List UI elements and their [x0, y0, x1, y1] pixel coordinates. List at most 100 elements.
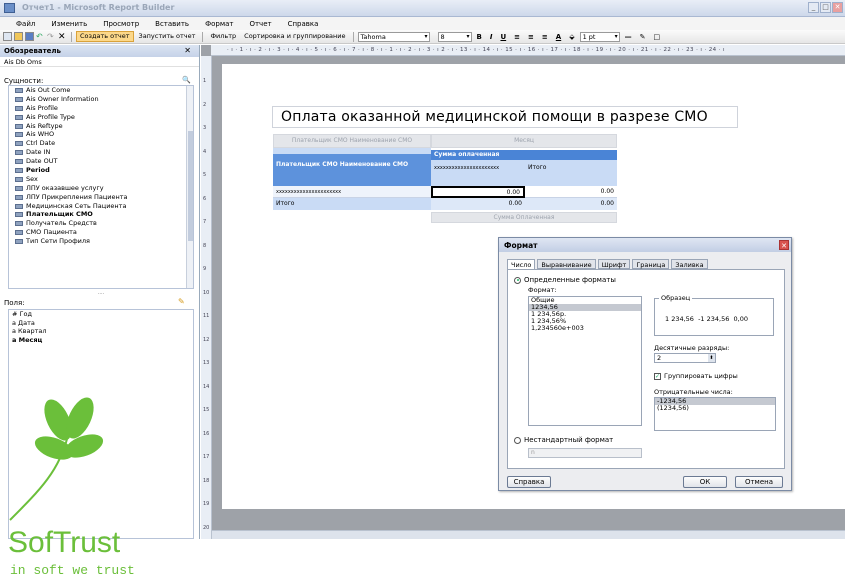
entity-item[interactable]: Ais Out Come — [9, 86, 193, 95]
grand-total-value[interactable]: 0.00 — [525, 198, 617, 210]
total-row-label[interactable]: Итого — [273, 198, 431, 210]
tab-font[interactable]: Шрифт — [597, 259, 631, 269]
data-row-label[interactable]: xxxxxxxxxxxxxxxxxxxxxx — [273, 186, 431, 198]
new-icon[interactable] — [3, 32, 12, 41]
tab-fill[interactable]: Заливка — [671, 259, 708, 269]
minimize-button[interactable]: _ — [808, 2, 819, 13]
menu-help[interactable]: Справка — [288, 20, 319, 28]
entity-item[interactable]: Date IN — [9, 148, 193, 157]
entity-item[interactable]: СМО Пациента — [9, 228, 193, 237]
align-right-icon[interactable]: ≡ — [539, 33, 551, 41]
group-digits-checkbox[interactable]: ✓ — [654, 373, 661, 380]
entity-item[interactable]: Тип Сети Профиля — [9, 237, 193, 246]
decimals-input[interactable]: 2 ⬍ — [654, 353, 716, 363]
decimals-spinner[interactable]: ⬍ — [708, 354, 715, 362]
create-report-label: Создать отчет — [80, 32, 130, 40]
menu-edit[interactable]: Изменить — [51, 20, 87, 28]
custom-format-radio[interactable] — [514, 436, 521, 444]
defined-formats-option[interactable]: Определенные форматы — [514, 276, 616, 284]
horizontal-scrollbar[interactable] — [212, 530, 845, 539]
border-icon[interactable]: □ — [650, 33, 663, 41]
month-placeholder[interactable]: xxxxxxxxxxxxxxxxxxxxxx — [431, 160, 525, 186]
entity-item[interactable]: Медицинская Сеть Пациента — [9, 202, 193, 211]
menu-report[interactable]: Отчет — [249, 20, 271, 28]
explorer-close-icon[interactable]: ✕ — [184, 46, 191, 55]
format-option[interactable]: 1,234560e+003 — [529, 325, 641, 332]
row-group-header[interactable]: Плательщик СМО Наименование СМО — [273, 154, 431, 186]
maximize-button[interactable]: □ — [820, 2, 831, 13]
entity-item[interactable]: Sex — [9, 175, 193, 184]
field-item[interactable]: a Квартал — [9, 327, 193, 336]
report-title[interactable]: Оплата оказанной медицинской помощи в ра… — [272, 106, 738, 128]
filter-button[interactable]: Фильтр — [207, 31, 239, 42]
field-item[interactable]: # Год — [9, 310, 193, 319]
underline-button[interactable]: U — [497, 33, 509, 41]
tab-alignment[interactable]: Выравнивание — [537, 259, 596, 269]
entity-scrollbar[interactable] — [186, 86, 193, 288]
total-value-cell[interactable]: 0.00 — [525, 186, 617, 198]
entity-item[interactable]: Плательщик СМО — [9, 210, 193, 219]
entity-item[interactable]: Ais WHO — [9, 130, 193, 139]
close-window-button[interactable]: ✕ — [832, 2, 843, 13]
open-icon[interactable] — [14, 32, 23, 41]
sum-footer-label[interactable]: Сумма Оплаченная — [431, 212, 617, 223]
custom-format-input[interactable]: n — [528, 448, 642, 458]
search-icon[interactable]: 🔍 — [182, 76, 191, 84]
entity-item[interactable]: Ais Reftype — [9, 122, 193, 131]
entity-item[interactable]: Period — [9, 166, 193, 175]
group-header-left[interactable]: Плательщик СМО Наименование СМО — [273, 134, 431, 148]
redo-icon[interactable]: ↷ — [47, 32, 56, 41]
group-digits-option[interactable]: ✓ Группировать цифры — [654, 372, 738, 380]
negative-option[interactable]: (1234,56) — [655, 405, 775, 412]
defined-formats-radio[interactable] — [514, 276, 521, 284]
panel-splitter[interactable]: .... — [8, 291, 194, 296]
group-header-month[interactable]: Месяц — [431, 134, 617, 148]
custom-format-option[interactable]: Нестандартный формат — [514, 436, 613, 444]
font-color-icon[interactable]: A — [553, 33, 564, 41]
align-center-icon[interactable]: ≡ — [525, 33, 537, 41]
save-icon[interactable] — [25, 32, 34, 41]
delete-icon[interactable]: ✕ — [58, 32, 67, 42]
selected-value-cell[interactable]: 0.00 — [431, 186, 525, 198]
dialog-close-icon[interactable]: ✕ — [779, 240, 789, 250]
align-left-icon[interactable]: ≡ — [511, 33, 523, 41]
format-listbox[interactable]: Общие 1234,56 1 234,56р. 1 234,56% 1,234… — [528, 296, 642, 426]
line-color-icon[interactable]: ✎ — [637, 33, 649, 41]
ok-button[interactable]: ОК — [683, 476, 727, 488]
entity-item[interactable]: Ais Profile Type — [9, 113, 193, 122]
cancel-button[interactable]: Отмена — [735, 476, 783, 488]
field-item[interactable]: a Месяц — [9, 336, 193, 345]
entity-item[interactable]: ЛПУ Прикрепления Пациента — [9, 193, 193, 202]
sort-group-button[interactable]: Сортировка и группирование — [241, 31, 348, 42]
entity-item[interactable]: Ais Profile — [9, 104, 193, 113]
field-options-icon[interactable]: ✎ — [178, 297, 185, 306]
run-report-button[interactable]: Запустить отчет — [136, 31, 199, 42]
tab-border[interactable]: Граница — [632, 259, 670, 269]
entity-item[interactable]: Ais Owner Information — [9, 95, 193, 104]
menu-format[interactable]: Формат — [205, 20, 233, 28]
menu-view[interactable]: Просмотр — [103, 20, 139, 28]
bold-button[interactable]: B — [474, 33, 485, 41]
entity-item[interactable]: Получатель Средств — [9, 219, 193, 228]
fill-color-icon[interactable]: ⬙ — [566, 33, 577, 41]
ruler-tick-label: 10 — [203, 289, 210, 296]
font-size-combo[interactable]: 8 — [437, 31, 472, 42]
entity-label: СМО Пациента — [26, 228, 77, 237]
italic-button[interactable]: I — [487, 33, 496, 41]
entity-item[interactable]: ЛПУ оказавшее услугу — [9, 184, 193, 193]
menu-insert[interactable]: Вставить — [155, 20, 189, 28]
help-button[interactable]: Справка — [507, 476, 551, 488]
font-combo[interactable]: Tahoma — [357, 31, 430, 42]
menu-file[interactable]: Файл — [16, 20, 35, 28]
line-style-icon[interactable]: — — [622, 33, 635, 41]
total-column-header[interactable]: Итого — [525, 160, 617, 186]
create-report-button[interactable]: Создать отчет — [76, 31, 134, 42]
negative-listbox[interactable]: -1234,56 (1234,56) — [654, 397, 776, 431]
field-item[interactable]: a Дата — [9, 319, 193, 328]
entity-item[interactable]: Date OUT — [9, 157, 193, 166]
line-width-combo[interactable]: 1 pt — [579, 31, 620, 42]
undo-icon[interactable]: ↶ — [36, 32, 45, 41]
entity-item[interactable]: Ctrl Date — [9, 139, 193, 148]
sum-header[interactable]: Сумма оплаченная — [431, 150, 617, 160]
total-row-value[interactable]: 0.00 — [431, 198, 525, 210]
